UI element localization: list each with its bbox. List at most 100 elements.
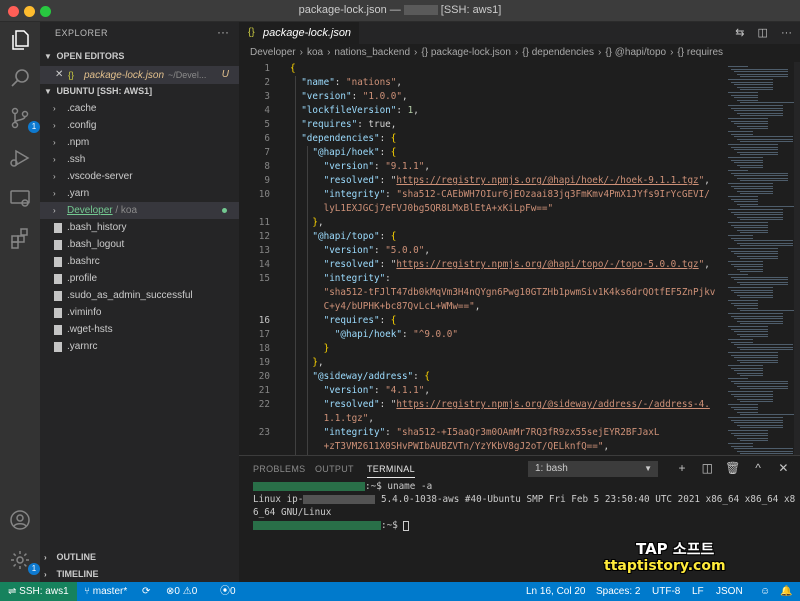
- tree-item-config[interactable]: › .config: [40, 117, 239, 134]
- tree-item-sudoasadminsuccessful[interactable]: .sudo_as_admin_successful: [40, 287, 239, 304]
- tree-item-npm[interactable]: › .npm: [40, 134, 239, 151]
- line-number: 19: [258, 357, 270, 368]
- minimap-line: [731, 120, 768, 122]
- end-of-line[interactable]: LF: [692, 582, 704, 601]
- chevron-right-icon: ›: [53, 172, 56, 181]
- code-text: "version": "9.1.1",: [323, 161, 430, 172]
- account-icon[interactable]: [8, 508, 32, 532]
- chevron-right-icon: ›: [53, 189, 56, 198]
- breadcrumb-item[interactable]: {} dependencies: [522, 47, 594, 58]
- breadcrumb-item[interactable]: {} package-lock.json: [421, 47, 511, 58]
- breadcrumb-item[interactable]: koa: [307, 47, 323, 58]
- minimap-line: [740, 141, 793, 143]
- code-text: "name": "nations",: [301, 77, 402, 88]
- explorer-title: EXPLORER: [55, 28, 109, 38]
- search-icon[interactable]: [8, 66, 32, 90]
- minimap-line: [731, 354, 778, 356]
- problems-status[interactable]: ⊗0 ⚠0: [166, 582, 197, 601]
- tree-item-label: .sudo_as_admin_successful: [67, 290, 193, 301]
- tree-item-bashlogout[interactable]: .bash_logout: [40, 236, 239, 253]
- notifications-icon[interactable]: 🔔: [780, 582, 792, 601]
- tree-item-developer[interactable]: › Developer / koa: [40, 202, 239, 219]
- extensions-icon[interactable]: [8, 226, 32, 250]
- minimap-line: [728, 209, 783, 210]
- tree-item-label: .cache: [67, 103, 97, 114]
- cursor-position[interactable]: Ln 16, Col 20: [526, 582, 586, 601]
- new-terminal-icon[interactable]: +: [671, 461, 693, 475]
- sync-icon[interactable]: ⟳: [142, 582, 150, 601]
- tab-terminal[interactable]: TERMINAL: [367, 464, 415, 478]
- tree-item-yarn[interactable]: › .yarn: [40, 185, 239, 202]
- tree-item-cache[interactable]: › .cache: [40, 100, 239, 117]
- terminal-select[interactable]: 1: bash ▼: [528, 461, 658, 477]
- minimap[interactable]: [722, 62, 798, 455]
- tree-item-vscodeserver[interactable]: › .vscode-server: [40, 168, 239, 185]
- tab-output[interactable]: OUTPUT: [315, 464, 354, 474]
- more-actions-icon[interactable]: ···: [781, 27, 792, 39]
- line-number: 10: [258, 189, 270, 200]
- open-changes-icon[interactable]: ⇆: [735, 27, 744, 39]
- minimap-line: [734, 227, 768, 229]
- line-number: 22: [258, 399, 270, 410]
- trash-icon[interactable]: 🗑: [722, 461, 744, 475]
- antenna-icon: ⦿: [220, 586, 230, 597]
- code-line: 23 "integrity": "sha512-+I5aaQr3m0OAmMr7…: [239, 426, 722, 440]
- breadcrumb-item[interactable]: nations_backend: [334, 47, 410, 58]
- settings-gear-icon[interactable]: 1: [8, 548, 40, 575]
- minimap-line: [734, 344, 793, 346]
- tree-item-viminfo[interactable]: .viminfo: [40, 304, 239, 321]
- panel-actions: + ◫ 🗑 ^ ✕: [671, 461, 794, 475]
- code-text: 1.1.tgz",: [323, 413, 374, 424]
- file-icon: [54, 257, 62, 267]
- minimap-line: [728, 131, 753, 132]
- code-line: 3 "version": "1.0.0",: [239, 90, 722, 104]
- terminal-line: :~$ uname -a: [253, 480, 795, 493]
- tree-item-profile[interactable]: .profile: [40, 270, 239, 287]
- remote-explorer-icon[interactable]: [8, 186, 32, 210]
- minimap-line: [740, 180, 788, 182]
- minimap-line: [740, 206, 798, 208]
- minimap-line: [728, 404, 758, 405]
- tree-item-yarnrc[interactable]: .yarnrc: [40, 338, 239, 355]
- tree-item-ssh[interactable]: › .ssh: [40, 151, 239, 168]
- tree-item-bashhistory[interactable]: .bash_history: [40, 219, 239, 236]
- code-editor[interactable]: 1{2 "name": "nations", 3 "version": "1.0.…: [239, 62, 722, 455]
- split-editor-icon[interactable]: ◫: [758, 27, 768, 39]
- outline-header[interactable]: › OUTLINE: [40, 548, 239, 566]
- close-panel-icon[interactable]: ✕: [772, 461, 794, 475]
- tab-problems[interactable]: PROBLEMS: [253, 464, 305, 474]
- tab-package-lock-json[interactable]: {} package-lock.json: [239, 22, 359, 44]
- ports-status[interactable]: ⦿0: [220, 582, 236, 601]
- run-debug-icon[interactable]: [8, 146, 32, 170]
- editor-scrollbar[interactable]: [794, 62, 800, 455]
- tree-item-bashrc[interactable]: .bashrc: [40, 253, 239, 270]
- feedback-icon[interactable]: ☺: [760, 582, 770, 601]
- chevron-right-icon: ›: [597, 47, 602, 58]
- source-control-icon[interactable]: 1: [8, 106, 40, 133]
- tree-item-wgethsts[interactable]: .wget-hsts: [40, 321, 239, 338]
- line-number: 13: [258, 245, 270, 256]
- explorer-icon[interactable]: [8, 28, 32, 52]
- tree-item-label: .wget-hsts: [67, 324, 113, 335]
- remote-indicator[interactable]: ⇌ SSH: aws1: [0, 582, 77, 601]
- more-actions-icon[interactable]: ···: [217, 25, 229, 39]
- file-icon: [54, 274, 62, 284]
- split-terminal-icon[interactable]: ◫: [696, 461, 718, 475]
- minimap-line: [734, 71, 788, 73]
- language-mode[interactable]: JSON: [716, 582, 743, 601]
- code-text: lyL1EXJGCj7eFVJ0bg5QR8LMxBlEtA+xKiLpFw==…: [323, 203, 554, 214]
- minimap-line: [734, 357, 778, 359]
- branch-status[interactable]: ⑂ master*: [84, 582, 127, 601]
- indentation[interactable]: Spaces: 2: [596, 582, 640, 601]
- maximize-panel-icon[interactable]: ^: [747, 461, 769, 475]
- timeline-header[interactable]: › TIMELINE: [40, 565, 239, 583]
- terminal-output[interactable]: :~$ uname -a Linux ip- 5.4.0-1038-aws #40…: [253, 480, 795, 532]
- breadcrumb-item[interactable]: Developer: [250, 47, 296, 58]
- remote-icon: ⇌: [8, 586, 20, 597]
- breadcrumb-item[interactable]: {} requires: [677, 47, 723, 58]
- workspace-header[interactable]: ▼ UBUNTU [SSH: AWS1]: [40, 82, 239, 100]
- breadcrumb: Developer › koa › nations_backend ›{} package…: [250, 47, 723, 58]
- breadcrumb-item[interactable]: {} @hapi/topo: [605, 47, 666, 58]
- open-editors-header[interactable]: ▼ OPEN EDITORS: [40, 47, 239, 65]
- encoding[interactable]: UTF-8: [652, 582, 680, 601]
